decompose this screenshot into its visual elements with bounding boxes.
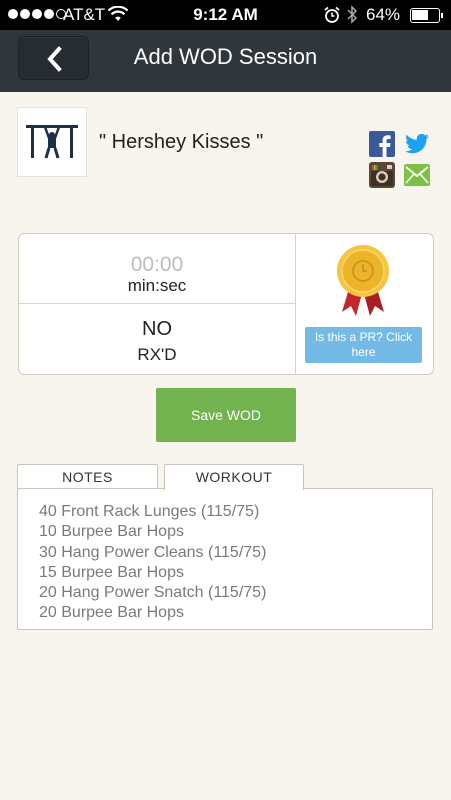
nav-bar: Add WOD Session (0, 30, 451, 92)
rx-label: RX'D (137, 345, 177, 364)
email-icon[interactable] (404, 164, 430, 186)
battery-percent: 64% (366, 5, 401, 24)
wod-name: " Hershey Kisses " (99, 131, 264, 153)
instagram-icon[interactable] (369, 162, 395, 188)
tab-notes[interactable]: NOTES (17, 464, 158, 489)
score-panel: 00:00 min:sec NO RX'D Is this a PR? Clic… (18, 233, 434, 375)
alarm-clock-icon (324, 6, 340, 23)
bluetooth-icon (347, 5, 358, 24)
workout-list: 40 Front Rack Lunges (115/75) 10 Burpee … (39, 502, 266, 624)
page-title: Add WOD Session (133, 44, 318, 69)
rx-toggle[interactable]: NO RX'D (19, 304, 295, 374)
time-input[interactable]: 00:00 min:sec (19, 234, 295, 303)
workout-line: 40 Front Rack Lunges (115/75) (39, 503, 260, 520)
tab-workout[interactable]: WORKOUT (164, 464, 304, 490)
divider (295, 234, 296, 374)
workout-panel: 40 Front Rack Lunges (115/75) 10 Burpee … (17, 488, 433, 630)
workout-line: 30 Hang Power Cleans (115/75) (39, 543, 267, 561)
battery-icon (410, 8, 443, 23)
workout-line: 20 Hang Power Snatch (115/75) (39, 584, 267, 602)
workout-line: 10 Burpee Bar Hops (39, 523, 184, 541)
wod-logo (17, 107, 87, 177)
pullup-bar-logo-icon (26, 125, 78, 159)
pr-button[interactable]: Is this a PR? Click here (305, 327, 422, 363)
workout-line: 20 Burpee Bar Hops (39, 604, 184, 622)
facebook-icon[interactable] (369, 131, 395, 157)
time-unit-label: min:sec (127, 276, 187, 295)
save-wod-button[interactable]: Save WOD (156, 388, 296, 442)
status-bar: AT&T 9:12 AM 64% (0, 0, 451, 30)
twitter-icon[interactable] (404, 131, 430, 157)
pr-award-ribbon-icon (337, 245, 389, 316)
workout-line: 15 Burpee Bar Hops (39, 563, 184, 581)
time-value: 00:00 (130, 253, 184, 276)
rx-value: NO (142, 318, 172, 340)
